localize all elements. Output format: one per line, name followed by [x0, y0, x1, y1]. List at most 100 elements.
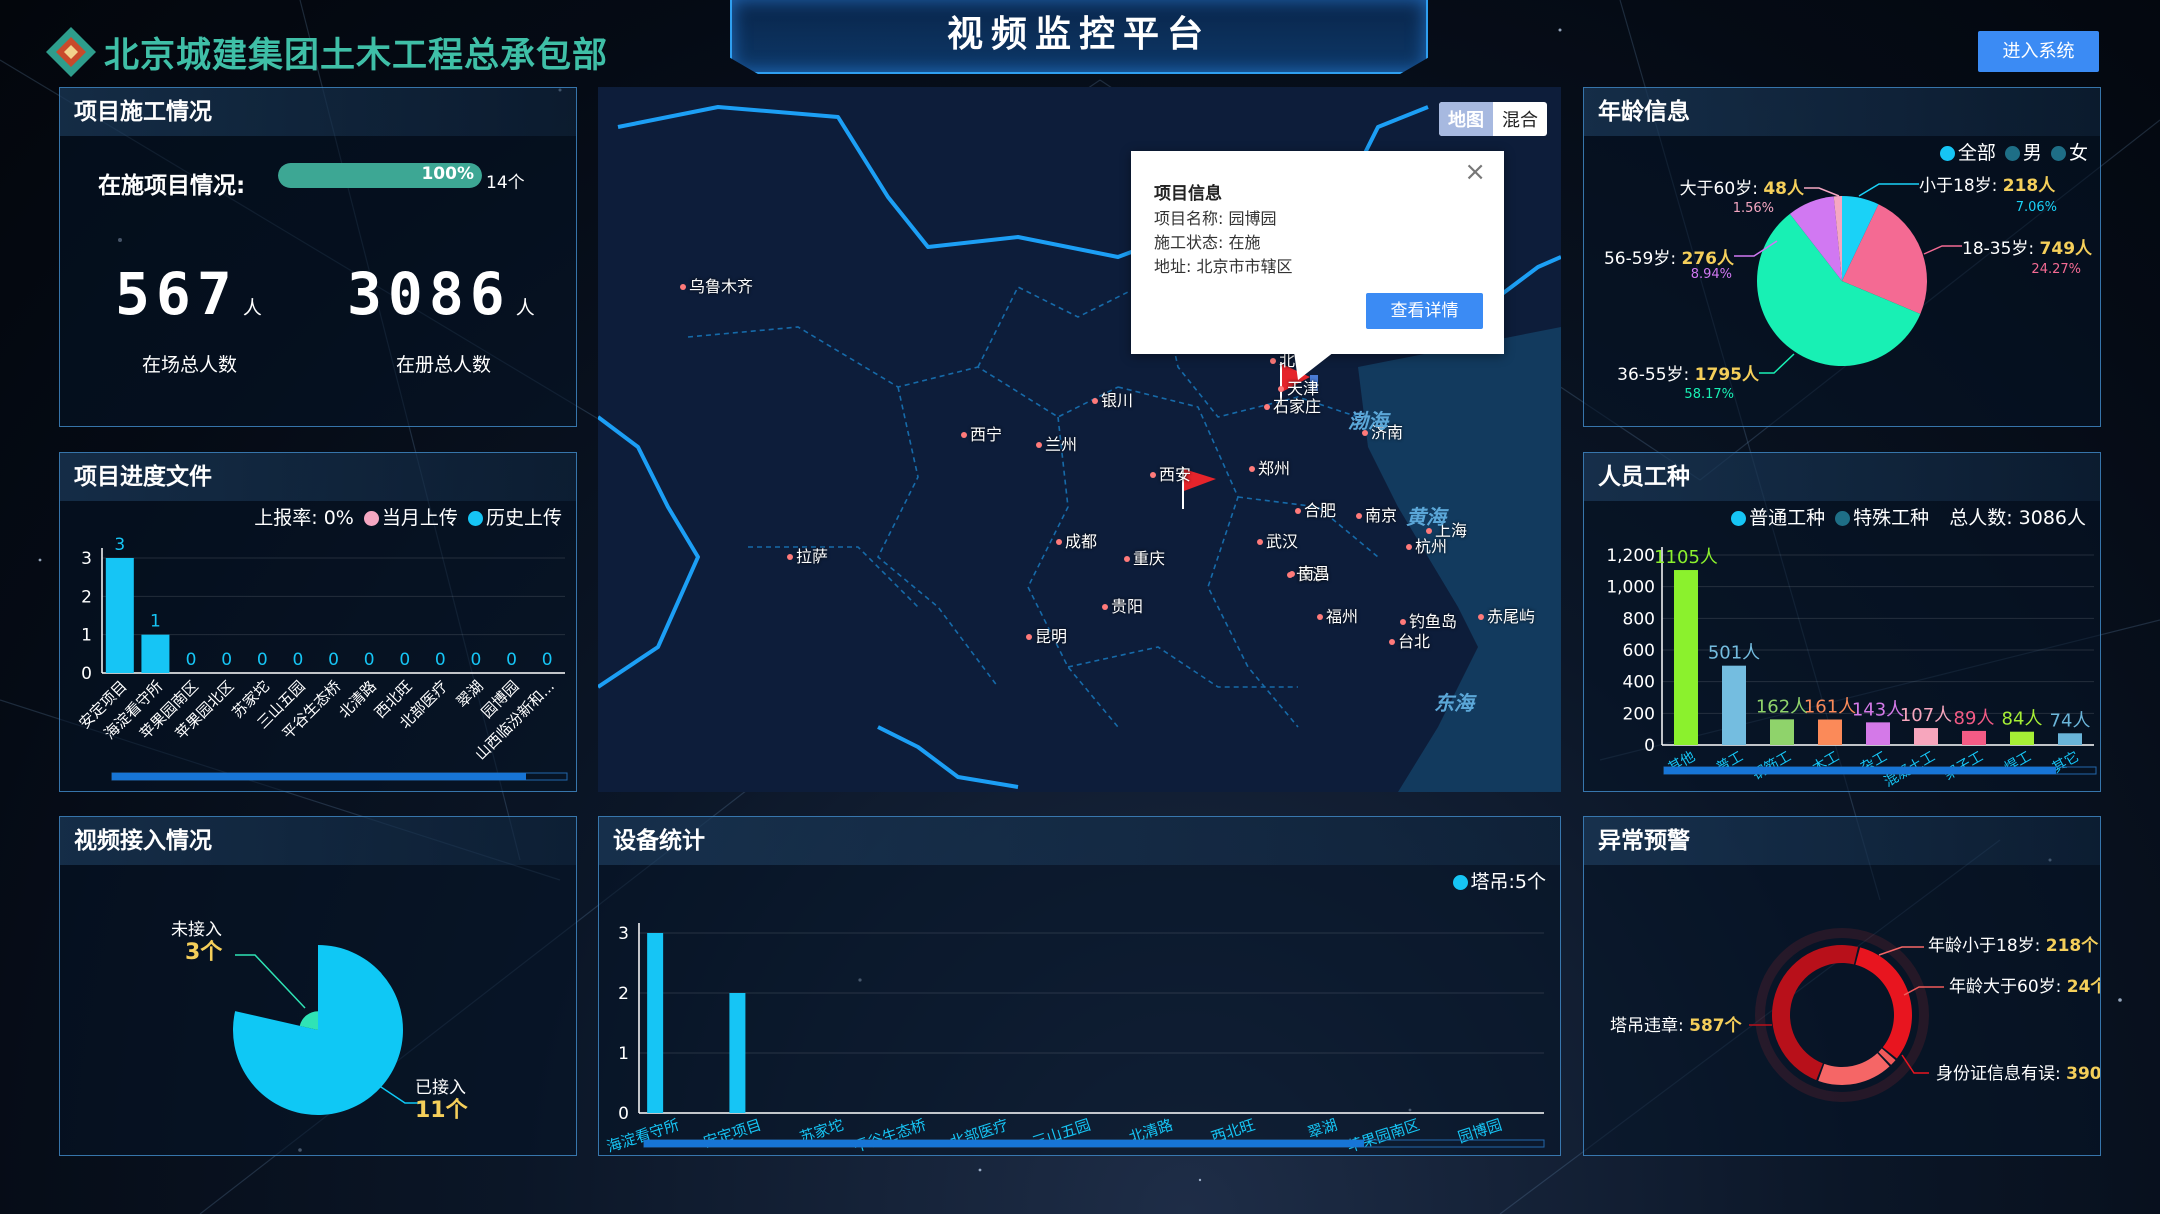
y-tick-label: 800: [1623, 609, 1655, 629]
onsite-label: 在场总人数: [142, 354, 238, 376]
panel-title: 异常预警: [1584, 817, 2100, 865]
scrollbar-thumb: [1664, 767, 2056, 774]
alerts-chart: 塔吊违章: 587个身份证信息有误: 390个 年龄大于60岁: 24个 年龄小于1…: [1610, 928, 2100, 1102]
panel-title: 视频接入情况: [60, 817, 576, 865]
bar-value-label: 0: [542, 650, 553, 670]
video-access-chart: 已接入11个 未接入3个: [171, 920, 469, 1123]
bar-value-label: 0: [186, 650, 197, 670]
map-view[interactable]: 乌鲁木齐哈尔滨银川西宁兰州西安郑州济南石家庄天津北合肥南京上海杭州武汉成都重庆拉…: [598, 87, 1561, 792]
popup-project-name: 项目名称: 园博园: [1154, 209, 1277, 228]
bar: [2010, 731, 2034, 745]
bar-value-label: 74人: [2050, 710, 2091, 731]
city-label: 赤尾屿: [1478, 603, 1535, 627]
label-line: [1759, 353, 1795, 374]
panel-title: 年龄信息: [1584, 88, 2100, 136]
workers-panel: 人员工种 普通工种 特殊工种 总人数: 3086人 0 200 400 600 800 1…: [1583, 452, 2101, 792]
progress-docs-panel: 项目进度文件 上报率: 0% 当月上传 历史上传 0 1 2 3 3 安定项目 1 海淀看守所…: [59, 452, 577, 792]
bar-value-label: 162人: [1756, 696, 1808, 717]
scrollbar-thumb: [644, 1140, 1364, 1147]
x-tick-label: 北清路: [335, 677, 380, 722]
y-tick-label: 0: [81, 664, 92, 684]
progress-docs-chart: 01233安定项目1海淀看守所0苹果园南区0苹果园北区0苏家坨0三山五园0平谷生…: [75, 535, 568, 781]
slice-value: 3个: [185, 940, 223, 965]
donut-slice: [1772, 945, 1859, 1081]
slice-percent: 7.06%: [2016, 200, 2057, 215]
bar: [105, 558, 134, 673]
city-label: 拉萨: [787, 543, 828, 567]
bar: [1722, 665, 1746, 745]
y-tick-label: 2: [618, 984, 629, 1004]
slice-label: 18-35岁: 749人: [1962, 239, 2093, 259]
slice-label: 塔吊违章: 587个: [1610, 1015, 1743, 1036]
sea-label: 渤海: [1348, 409, 1388, 433]
onsite-value: 567 人: [115, 260, 262, 328]
legend-tower-crane: 塔吊:5个: [1470, 871, 1547, 893]
bar-value-label: 161人: [1804, 697, 1856, 718]
bar: [141, 634, 170, 673]
panel-title: 项目进度文件: [60, 453, 576, 501]
map-type-mixed-button[interactable]: 混合: [1493, 102, 1547, 136]
city-label: 杭州: [1406, 533, 1447, 557]
slice-label: 小于18岁: 218人: [1919, 176, 2056, 196]
workers-chart: 02004006008001,0001,200 1105人其他501人普工162人…: [1606, 546, 2097, 790]
in-progress-label: 在施项目情况:: [98, 173, 246, 199]
panel-title: 设备统计: [599, 817, 1560, 865]
x-tick-label: 钢筋工: [1749, 748, 1794, 784]
legend-tower-crane-dot: [1452, 875, 1468, 890]
city-label: 成都: [1056, 528, 1097, 552]
label-line: [1923, 245, 1962, 255]
y-tick-label: 2: [81, 587, 92, 607]
bar-value-label: 501人: [1708, 643, 1760, 664]
bar-value-label: 0: [364, 650, 375, 670]
y-tick-label: 0: [618, 1104, 629, 1124]
age-chart: 小于18岁: 218人 7.06% 18-35岁: 749人 24.27% 36-55岁…: [1604, 176, 2093, 402]
x-tick-label: 苹果园南区: [1345, 1116, 1422, 1155]
project-info-popup: × 项目信息 项目名称: 园博园 施工状态: 在施 地址: 北京市市辖区 查看详…: [1131, 151, 1504, 354]
popup-close-button[interactable]: ×: [1464, 157, 1486, 187]
map-type-map-button[interactable]: 地图: [1439, 102, 1493, 136]
y-tick-label: 3: [618, 924, 629, 944]
logo-icon: [46, 27, 96, 77]
page-title: 视频监控平台: [946, 14, 1211, 55]
equipment-legend[interactable]: 塔吊:5个: [1452, 867, 1547, 894]
bar-value-label: 107人: [1900, 705, 1952, 726]
popup-title: 项目信息: [1154, 184, 1222, 204]
age-panel: 年龄信息 全部 男 女 小于18岁: 218人 7.06% 18-35岁: 749人…: [1583, 87, 2101, 427]
label-line: [1858, 183, 1919, 197]
bar-value-label: 0: [292, 650, 303, 670]
header-logo: 北京城建集团土木工程总承包部: [42, 22, 608, 82]
enter-system-button[interactable]: 进入系统: [1978, 31, 2099, 72]
sea-label: 东海: [1434, 691, 1474, 715]
view-details-button[interactable]: 查看详情: [1366, 293, 1483, 329]
bar: [647, 933, 664, 1113]
city-label: 贵阳: [1102, 593, 1143, 617]
bar-value-label: 0: [328, 650, 339, 670]
bar: [1770, 719, 1794, 745]
city-label: 重庆: [1124, 545, 1165, 569]
y-tick-label: 1: [81, 626, 92, 646]
city-label: 钓鱼岛: [1400, 608, 1457, 632]
slice-label: 年龄大于60岁: 24个: [1949, 976, 2100, 997]
alerts-panel: 异常预警 塔吊违章: 587个身份证信息有误: 390个 年龄大于60岁: 24个…: [1583, 816, 2101, 1156]
bar-value-label: 0: [399, 650, 410, 670]
bar: [729, 993, 746, 1113]
slice-value: 11个: [415, 1098, 469, 1123]
bar-value-label: 3: [114, 535, 125, 555]
popup-status: 施工状态: 在施: [1154, 233, 1261, 252]
city-label: 南京: [1356, 502, 1397, 526]
equipment-chart: 0123海淀看守所 安定项目 苏家坨 平谷生态桥 北部医疗 三山五园 北清路 西北旺 翠湖 苹果园…: [604, 923, 1545, 1155]
donut-slice: [1818, 1053, 1890, 1085]
city-label: 武汉: [1257, 528, 1298, 552]
slice-label: 大于60岁: 48人: [1680, 179, 1805, 199]
city-label: 西安: [1150, 461, 1191, 485]
registered-label: 在册总人数: [396, 354, 492, 376]
bar-value-label: 0: [435, 650, 446, 670]
bar-value-label: 0: [506, 650, 517, 670]
city-label: 福州: [1317, 603, 1358, 627]
popup-address: 地址: 北京市市辖区: [1154, 257, 1293, 276]
progress-fill: 100%: [278, 163, 482, 188]
city-label: 西宁: [961, 421, 1002, 445]
city-label: 银川: [1092, 387, 1133, 411]
x-tick-label: 平谷生态桥: [851, 1116, 928, 1155]
slice-label: 身份证信息有误: 390个: [1936, 1063, 2100, 1084]
